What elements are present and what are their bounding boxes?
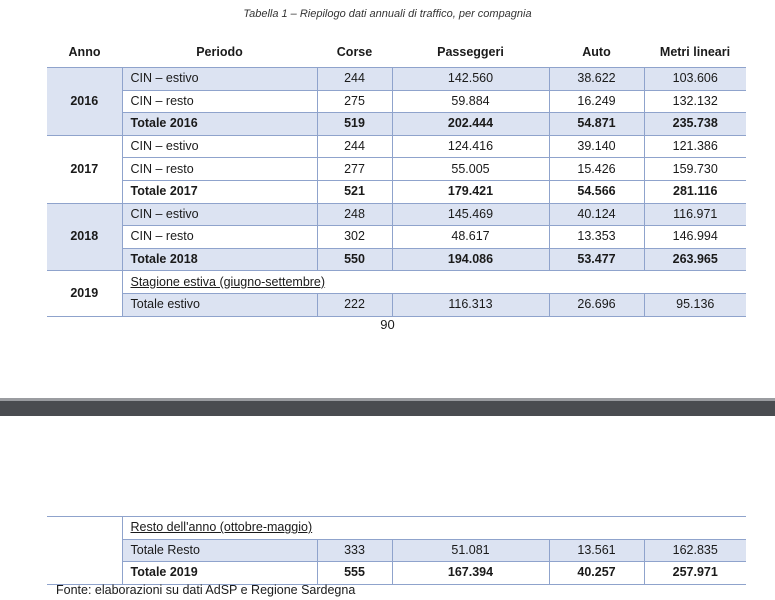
- passeggeri-cell: 145.469: [391, 202, 549, 226]
- metri-cell: 103.606: [643, 67, 746, 91]
- section-label: Stagione estiva (giugno-settembre): [130, 274, 326, 289]
- year-cell: 2019: [47, 270, 122, 317]
- table-row: Resto dell'anno (ottobre-maggio): [47, 516, 746, 585]
- passeggeri-cell: 55.005: [391, 157, 549, 181]
- auto-cell: 40.257: [548, 561, 644, 585]
- passeggeri-cell: 124.416: [391, 134, 549, 158]
- period-cell: Totale 2019: [121, 561, 317, 585]
- auto-cell: 16.249: [548, 89, 644, 113]
- auto-cell: 13.561: [548, 538, 644, 562]
- passeggeri-cell: 194.086: [391, 247, 549, 272]
- traffic-table-continued: Resto dell'anno (ottobre-maggio) Totale …: [47, 516, 746, 585]
- metri-cell: 162.835: [643, 538, 746, 562]
- table-row: 2018 CIN – estivo 248 145.469 40.124 116…: [47, 202, 746, 272]
- passeggeri-cell: 51.081: [391, 538, 549, 562]
- period-cell: Totale Resto: [121, 538, 317, 562]
- year-cell: 2018: [47, 203, 122, 272]
- period-cell: CIN – estivo: [121, 202, 317, 226]
- metri-cell: 121.386: [643, 134, 746, 158]
- corse-cell: 550: [316, 247, 392, 272]
- metri-cell: 95.136: [643, 292, 746, 317]
- year-cell: [47, 516, 122, 585]
- auto-cell: 54.566: [548, 179, 644, 204]
- header-passeggeri: Passeggeri: [437, 44, 504, 59]
- period-cell: Totale 2018: [121, 247, 317, 272]
- passeggeri-cell: 116.313: [391, 292, 549, 317]
- page-gap: [0, 401, 775, 416]
- auto-cell: 39.140: [548, 134, 644, 158]
- period-cell: CIN – resto: [121, 157, 317, 181]
- metri-cell: 159.730: [643, 157, 746, 181]
- table-row: Totale 2019 555 167.394 40.257 257.971: [47, 561, 746, 585]
- table-row: Totale 2016 519 202.444 54.871 235.738: [47, 112, 746, 136]
- header-periodo: Periodo: [196, 44, 243, 59]
- passeggeri-cell: 202.444: [391, 112, 549, 136]
- corse-cell: 555: [316, 561, 392, 585]
- auto-cell: 38.622: [548, 67, 644, 91]
- auto-cell: 26.696: [548, 292, 644, 317]
- traffic-table: Anno Periodo Corse Passeggeri Auto Metri…: [47, 37, 746, 317]
- metri-cell: 132.132: [643, 89, 746, 113]
- auto-cell: 54.871: [548, 112, 644, 136]
- corse-cell: 275: [316, 89, 392, 113]
- auto-cell: 15.426: [548, 157, 644, 181]
- year-cell: 2016: [47, 67, 122, 136]
- header-auto: Auto: [582, 44, 611, 59]
- corse-cell: 244: [316, 67, 392, 91]
- period-cell: CIN – resto: [121, 89, 317, 113]
- table-row: Totale 2018 550 194.086 53.477 263.965: [47, 247, 746, 272]
- header-anno: Anno: [68, 44, 101, 59]
- table-caption: Tabella 1 – Riepilogo dati annuali di tr…: [243, 8, 532, 20]
- metri-cell: 263.965: [643, 247, 746, 272]
- period-cell: Totale estivo: [121, 292, 317, 317]
- table-header: Anno Periodo Corse Passeggeri Auto Metri…: [47, 37, 746, 68]
- table-row: CIN – resto 302 48.617 13.353 146.994: [47, 225, 746, 249]
- table-row: Totale estivo 222 116.313 26.696 95.136: [47, 292, 746, 317]
- table-row: Totale Resto 333 51.081 13.561 162.835: [47, 538, 746, 562]
- period-cell: Stagione estiva (giugno-settembre): [121, 270, 746, 294]
- period-cell: Resto dell'anno (ottobre-maggio): [121, 516, 746, 540]
- corse-cell: 248: [316, 202, 392, 226]
- period-cell: CIN – estivo: [121, 134, 317, 158]
- corse-cell: 222: [316, 292, 392, 317]
- corse-cell: 277: [316, 157, 392, 181]
- period-cell: Totale 2017: [121, 179, 317, 204]
- corse-cell: 521: [316, 179, 392, 204]
- corse-cell: 302: [316, 225, 392, 249]
- section-label: Resto dell'anno (ottobre-maggio): [130, 520, 313, 535]
- passeggeri-cell: 179.421: [391, 179, 549, 204]
- table-row: 2019 Stagione estiva (giugno-settembre): [47, 270, 746, 317]
- table-row: CIN – resto 277 55.005 15.426 159.730: [47, 157, 746, 181]
- page-number: 90: [380, 317, 395, 332]
- source-note: Fonte: elaborazioni su dati AdSP e Regio…: [56, 583, 356, 597]
- passeggeri-cell: 48.617: [391, 225, 549, 249]
- header-corse: Corse: [336, 44, 373, 59]
- auto-cell: 13.353: [548, 225, 644, 249]
- auto-cell: 40.124: [548, 202, 644, 226]
- corse-cell: 244: [316, 134, 392, 158]
- table-row: 2017 CIN – estivo 244 124.416 39.140 121…: [47, 134, 746, 204]
- metri-cell: 235.738: [643, 112, 746, 136]
- period-cell: Totale 2016: [121, 112, 317, 136]
- passeggeri-cell: 59.884: [391, 89, 549, 113]
- period-cell: CIN – estivo: [121, 67, 317, 91]
- corse-cell: 519: [316, 112, 392, 136]
- metri-cell: 116.971: [643, 202, 746, 226]
- passeggeri-cell: 142.560: [391, 67, 549, 91]
- period-cell: CIN – resto: [121, 225, 317, 249]
- metri-cell: 146.994: [643, 225, 746, 249]
- metri-cell: 281.116: [643, 179, 746, 204]
- table-row: 2016 CIN – estivo 244 142.560 38.622 103…: [47, 67, 746, 136]
- metri-cell: 257.971: [643, 561, 746, 585]
- auto-cell: 53.477: [548, 247, 644, 272]
- passeggeri-cell: 167.394: [391, 561, 549, 585]
- year-cell: 2017: [47, 135, 122, 204]
- table-row: Totale 2017 521 179.421 54.566 281.116: [47, 179, 746, 204]
- table-row: CIN – resto 275 59.884 16.249 132.132: [47, 89, 746, 113]
- corse-cell: 333: [316, 538, 392, 562]
- header-metri: Metri lineari: [659, 44, 731, 59]
